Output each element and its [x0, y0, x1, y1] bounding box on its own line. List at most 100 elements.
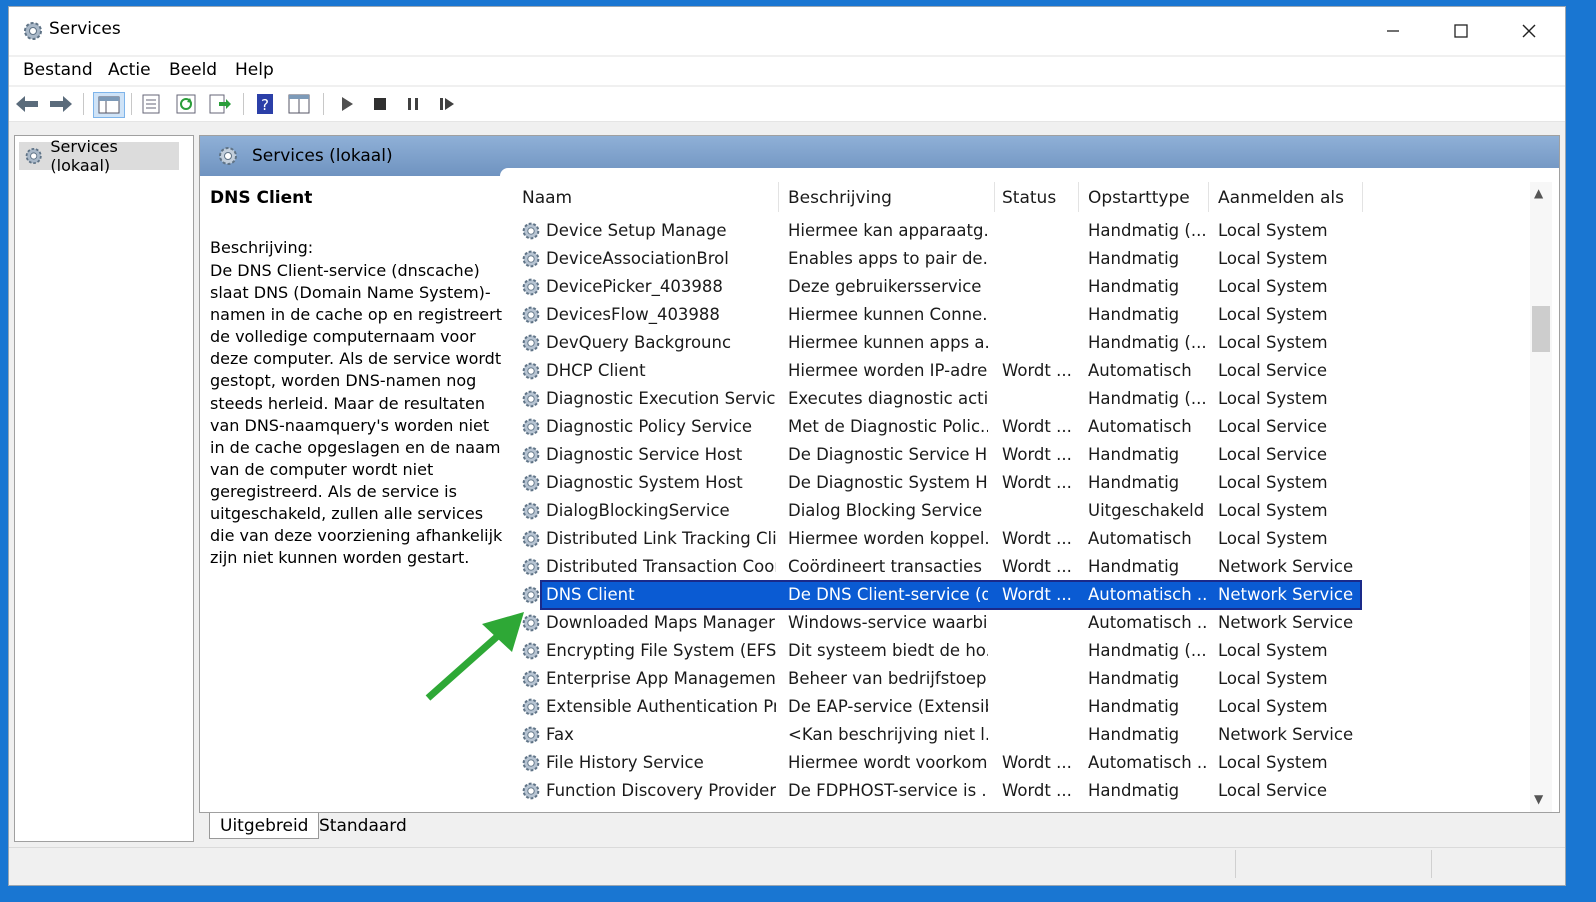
menu-help[interactable]: Help [235, 60, 274, 80]
resume-service-button[interactable] [433, 92, 461, 116]
table-row[interactable]: File History Service Hiermee wordt voorko… [518, 750, 1538, 778]
tab-standaard[interactable]: Standaard [309, 813, 417, 839]
title-bar[interactable]: Services [9, 7, 1565, 55]
column-header-status[interactable]: Status [1002, 188, 1056, 208]
service-name: DNS Client [546, 585, 635, 604]
properties-button[interactable] [137, 92, 165, 116]
table-row[interactable]: DevQuery Backgrounc Hiermee kunnen apps a… [518, 330, 1538, 358]
column-header-beschrijving[interactable]: Beschrijving [788, 188, 892, 208]
service-gear-icon [522, 222, 540, 240]
service-description: Dit systeem biedt de ho... [788, 641, 988, 660]
forward-button[interactable] [47, 92, 75, 116]
service-name: Diagnostic Execution Service [546, 389, 776, 408]
column-header-opstarttype[interactable]: Opstarttype [1088, 188, 1190, 208]
maximize-icon [1454, 24, 1468, 38]
export-button[interactable] [206, 92, 234, 116]
tab-uitgebreid[interactable]: Uitgebreid [209, 813, 320, 839]
service-logon-as: Network Service [1218, 613, 1354, 632]
service-startup-type: Handmatig [1088, 305, 1180, 324]
close-button[interactable] [1497, 7, 1561, 55]
table-row[interactable]: DeviceAssociationBrol Enables apps to pai… [518, 246, 1538, 274]
minimize-button[interactable] [1361, 7, 1425, 55]
services-window: Services Bestand Actie Beeld Help ? Serv… [8, 6, 1566, 886]
table-row[interactable]: Diagnostic Service Host De Diagnostic Ser… [518, 442, 1538, 470]
service-description: Hiermee worden koppel... [788, 529, 988, 548]
view-tabs: Uitgebreid Standaard [201, 813, 601, 841]
tree-item-services-local[interactable]: Services (lokaal) [19, 137, 179, 175]
table-row[interactable]: DNS Client De DNS Client-service (d... Wor… [518, 580, 1538, 610]
selected-service-title: DNS Client [210, 188, 313, 208]
table-row[interactable]: DevicePicker_403988 Deze gebruikersservic… [518, 274, 1538, 302]
service-description: Windows-service waarbi... [788, 613, 988, 632]
table-row[interactable]: Diagnostic Policy Service Met de Diagnost… [518, 414, 1538, 442]
service-name: Distributed Link Tracking Cli... [546, 529, 776, 548]
help-button[interactable]: ? [251, 92, 279, 116]
forward-arrow-icon [50, 96, 72, 112]
sort-ascending-icon: ^ [642, 180, 653, 188]
service-logon-as: Local System [1218, 333, 1328, 352]
tree-pane: Services (lokaal) [14, 135, 194, 842]
service-name: DeviceAssociationBrol [546, 249, 729, 268]
table-row[interactable]: Device Setup Manage Hiermee kan apparaatg… [518, 218, 1538, 246]
table-row[interactable]: Extensible Authentication Pr... De EAP-se… [518, 694, 1538, 722]
maximize-button[interactable] [1429, 7, 1493, 55]
table-row[interactable]: DialogBlockingService Dialog Blocking Ser… [518, 498, 1538, 526]
stop-service-button[interactable] [366, 92, 394, 116]
service-logon-as: Local System [1218, 249, 1328, 268]
service-name: Fax [546, 725, 574, 744]
table-row[interactable]: DHCP Client Hiermee worden IP-adre... Word… [518, 358, 1538, 386]
service-logon-as: Local System [1218, 669, 1328, 688]
refresh-button[interactable] [172, 92, 200, 116]
table-row[interactable]: Diagnostic System Host De Diagnostic Syst… [518, 470, 1538, 498]
service-gear-icon [522, 418, 540, 436]
service-startup-type: Automatisch [1088, 361, 1192, 380]
service-name: Extensible Authentication Pr... [546, 697, 776, 716]
description-text: De DNS Client-service (dnscache) slaat D… [210, 261, 503, 568]
vertical-scrollbar[interactable]: ▲ ▼ [1530, 182, 1552, 812]
green-arrow-annotation [425, 612, 524, 701]
scroll-down-icon[interactable]: ▼ [1534, 792, 1543, 806]
service-description: Hiermee kan apparaatg... [788, 221, 988, 240]
service-description: Beheer van bedrijfstoep... [788, 669, 988, 688]
service-startup-type: Handmatig [1088, 473, 1180, 492]
table-row[interactable]: Diagnostic Execution Service Executes dia… [518, 386, 1538, 414]
scroll-up-icon[interactable]: ▲ [1534, 186, 1543, 200]
service-description: Hiermee worden IP-adre... [788, 361, 988, 380]
table-row[interactable]: DevicesFlow_403988 Hiermee kunnen Conne..… [518, 302, 1538, 330]
table-row[interactable]: Function Discovery Provider ... De FDPHOS… [518, 778, 1538, 806]
service-gear-icon [522, 502, 540, 520]
console-button[interactable] [285, 92, 313, 116]
table-row[interactable]: Distributed Link Tracking Cli... Hiermee … [518, 526, 1538, 554]
service-description: <Kan beschrijving niet l... [788, 725, 988, 744]
column-header-naam[interactable]: Naam [522, 188, 572, 208]
service-startup-type: Uitgeschakeld [1088, 501, 1205, 520]
service-startup-type: Handmatig [1088, 249, 1180, 268]
stop-icon [374, 98, 386, 110]
column-header-aanmelden-als[interactable]: Aanmelden als [1218, 188, 1344, 208]
service-startup-type: Handmatig [1088, 669, 1180, 688]
table-row[interactable]: Fax <Kan beschrijving niet l... Handmatig N… [518, 722, 1538, 750]
service-gear-icon [522, 446, 540, 464]
menu-actie[interactable]: Actie [108, 60, 151, 80]
service-logon-as: Local Service [1218, 361, 1327, 380]
service-name: DHCP Client [546, 361, 646, 380]
table-row[interactable]: Encrypting File System (EFS) Dit systeem … [518, 638, 1538, 666]
service-gear-icon [522, 474, 540, 492]
table-row[interactable]: Downloaded Maps Manager Windows-service w… [518, 610, 1538, 638]
service-logon-as: Network Service [1218, 557, 1354, 576]
back-button[interactable] [13, 92, 41, 116]
service-gear-icon [522, 278, 540, 296]
service-description: De DNS Client-service (d... [788, 585, 988, 604]
table-row[interactable]: Distributed Transaction Coor... Coördinee… [518, 554, 1538, 582]
start-service-button[interactable] [333, 92, 361, 116]
scroll-thumb[interactable] [1532, 306, 1550, 352]
resume-icon [440, 98, 454, 110]
service-description: Coördineert transacties ... [788, 557, 988, 576]
service-status: Wordt ... [1002, 557, 1072, 576]
pause-service-button[interactable] [399, 92, 427, 116]
tree-item-label: Services (lokaal) [50, 137, 118, 175]
menu-beeld[interactable]: Beeld [169, 60, 217, 80]
table-row[interactable]: Enterprise App Managemen... Beheer van be… [518, 666, 1538, 694]
show-tree-button[interactable] [93, 92, 125, 118]
menu-bestand[interactable]: Bestand [23, 60, 93, 80]
